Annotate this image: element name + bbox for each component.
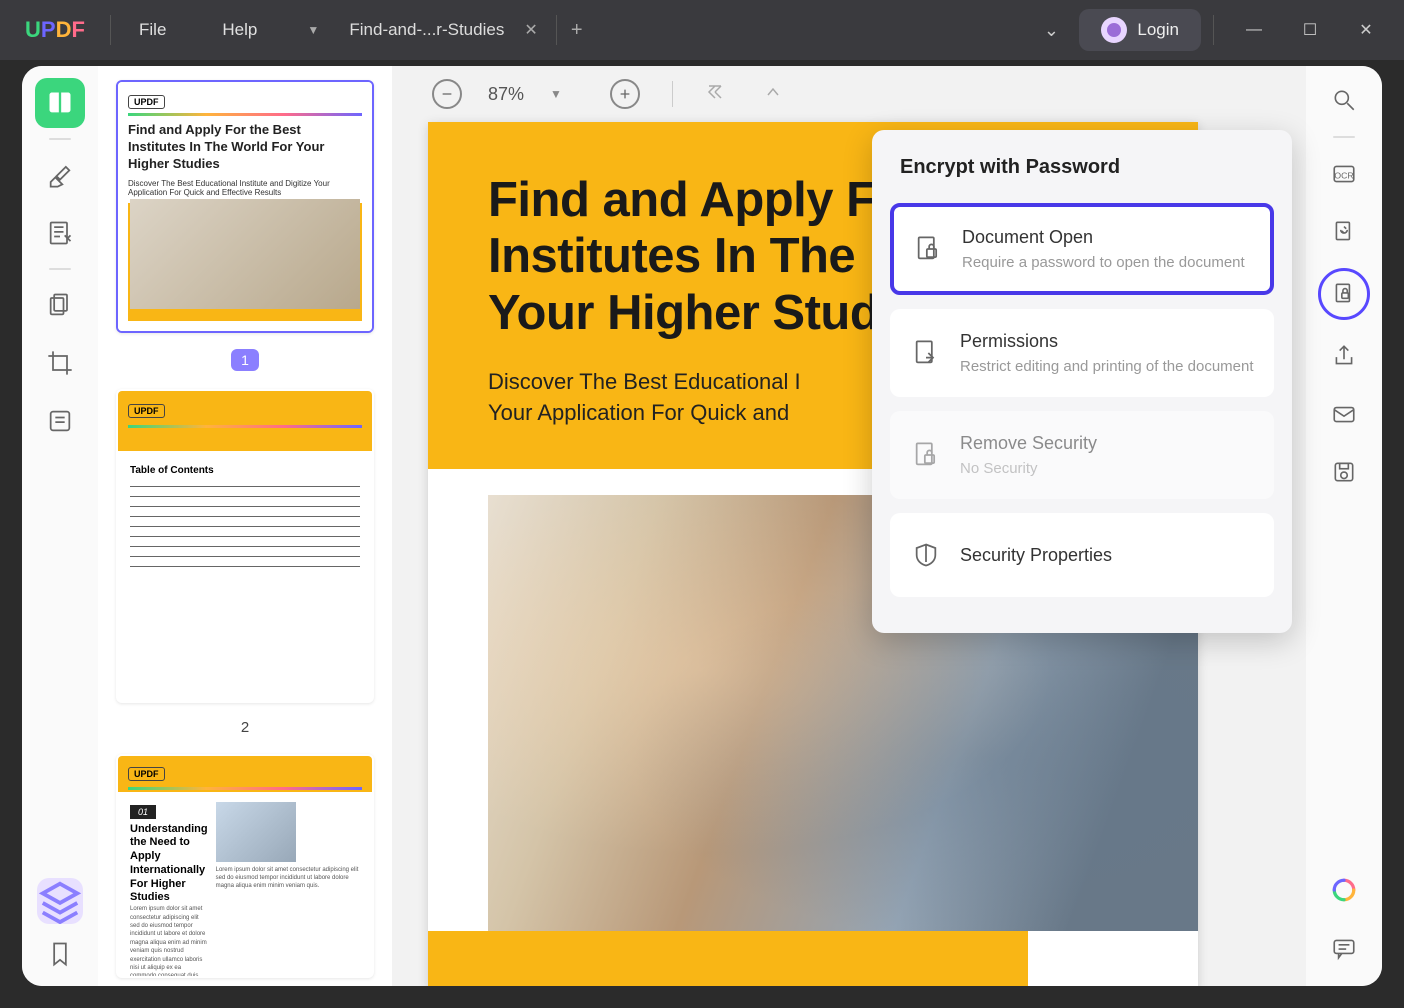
ai-icon <box>1331 877 1357 903</box>
bookmarks-button[interactable] <box>35 936 85 972</box>
thumb-logo: UPDF <box>128 95 165 109</box>
thumb-3-badge: 01 <box>130 805 156 819</box>
email-icon <box>1331 401 1357 427</box>
tab-title: Find-and-...r-Studies <box>349 20 504 40</box>
prev-page-icon[interactable] <box>763 82 783 107</box>
zoom-value: 87% <box>488 84 524 105</box>
save-icon <box>1331 459 1357 485</box>
comment-icon <box>1331 935 1357 961</box>
titlebar: UPDF File Help ▼ Find-and-...r-Studies ✕… <box>0 0 1404 60</box>
left-toolbar <box>22 66 98 986</box>
layers-icon <box>37 878 83 924</box>
thumb-1-title: Find and Apply For the Best Institutes I… <box>128 122 362 173</box>
window-minimize-icon[interactable]: — <box>1226 0 1282 60</box>
email-button[interactable] <box>1322 392 1366 436</box>
zoom-in-button[interactable] <box>610 79 640 109</box>
thumb-1-subtitle: Discover The Best Educational Institute … <box>128 179 362 197</box>
menu-file[interactable]: File <box>111 20 194 40</box>
popup-title: Encrypt with Password <box>890 142 1274 203</box>
thumb-1-label: 1 <box>116 343 374 389</box>
convert-button[interactable] <box>1322 210 1366 254</box>
popup-item-title: Remove Security <box>960 433 1254 454</box>
popup-item-title: Document Open <box>962 227 1252 248</box>
layers-button[interactable] <box>37 878 83 924</box>
redact-icon <box>46 407 74 435</box>
thumb-3-title: Understanding the Need to Apply Internat… <box>130 823 208 906</box>
protect-icon <box>1331 281 1357 307</box>
save-button[interactable] <box>1322 450 1366 494</box>
protect-button[interactable] <box>1318 268 1370 320</box>
popup-item-subtitle: Require a password to open the document <box>962 254 1252 271</box>
share-icon <box>1331 343 1357 369</box>
organize-pages-button[interactable] <box>35 280 85 330</box>
svg-text:OCR: OCR <box>1334 170 1353 180</box>
thumbnail-page-3[interactable]: UPDF 01 Understanding the Need to Apply … <box>116 754 374 978</box>
edit-text-icon <box>46 219 74 247</box>
popup-item-remove-security: Remove Security No Security <box>890 411 1274 499</box>
popup-item-title: Permissions <box>960 331 1254 352</box>
login-button[interactable]: Login <box>1079 9 1201 51</box>
right-toolbar: OCR <box>1306 66 1382 986</box>
ocr-button[interactable]: OCR <box>1322 152 1366 196</box>
search-icon <box>1331 87 1357 113</box>
unlock-doc-icon <box>910 439 942 471</box>
popup-item-permissions[interactable]: Permissions Restrict editing and printin… <box>890 309 1274 397</box>
thumb-2-toc: Table of Contents <box>130 465 360 476</box>
close-tab-icon[interactable]: ✕ <box>524 20 537 40</box>
first-page-icon[interactable] <box>705 82 725 107</box>
tab-list-dropdown-icon[interactable]: ▼ <box>295 10 331 50</box>
share-button[interactable] <box>1322 334 1366 378</box>
convert-icon <box>1331 219 1357 245</box>
login-label: Login <box>1137 20 1179 40</box>
highlighter-button[interactable] <box>35 150 85 200</box>
thumb-2-label: 2 <box>116 713 374 754</box>
popup-item-title: Security Properties <box>960 545 1254 566</box>
zoom-dropdown-icon[interactable]: ▼ <box>550 87 562 101</box>
window-maximize-icon[interactable]: ☐ <box>1282 0 1338 60</box>
encrypt-popup: Encrypt with Password Document Open Requ… <box>872 130 1292 633</box>
highlighter-icon <box>46 161 74 189</box>
popup-item-document-open[interactable]: Document Open Require a password to open… <box>890 203 1274 295</box>
permissions-icon <box>910 337 942 369</box>
popup-item-subtitle: Restrict editing and printing of the doc… <box>960 358 1254 375</box>
crop-icon <box>46 349 74 377</box>
shield-icon <box>910 539 942 571</box>
book-icon <box>46 89 74 117</box>
thumbnail-panel[interactable]: UPDF Find and Apply For the Best Institu… <box>98 66 392 986</box>
add-tab-icon[interactable]: + <box>557 19 597 42</box>
zoom-out-button[interactable] <box>432 79 462 109</box>
edit-text-button[interactable] <box>35 208 85 258</box>
ai-assistant-button[interactable] <box>1322 868 1366 912</box>
app-logo: UPDF <box>0 17 110 43</box>
pages-icon <box>46 291 74 319</box>
menu-help[interactable]: Help <box>194 20 285 40</box>
reader-mode-button[interactable] <box>35 78 85 128</box>
popup-item-subtitle: No Security <box>960 460 1254 477</box>
lock-doc-icon <box>912 233 944 265</box>
window-close-icon[interactable]: ✕ <box>1338 0 1394 60</box>
thumbnail-page-2[interactable]: UPDF Table of Contents <box>116 389 374 703</box>
comments-button[interactable] <box>1322 926 1366 970</box>
ocr-icon: OCR <box>1331 161 1357 187</box>
redact-button[interactable] <box>35 396 85 446</box>
avatar-icon <box>1101 17 1127 43</box>
popup-item-security-properties[interactable]: Security Properties <box>890 513 1274 597</box>
zoom-controls: 87% ▼ <box>392 66 1306 122</box>
workspace: UPDF Find and Apply For the Best Institu… <box>22 66 1382 986</box>
thumbnail-page-1[interactable]: UPDF Find and Apply For the Best Institu… <box>116 80 374 333</box>
account-dropdown-icon[interactable]: ⌄ <box>1023 0 1079 60</box>
bookmark-icon <box>46 940 74 968</box>
search-button[interactable] <box>1322 78 1366 122</box>
document-tab[interactable]: Find-and-...r-Studies ✕ <box>331 0 555 60</box>
crop-button[interactable] <box>35 338 85 388</box>
